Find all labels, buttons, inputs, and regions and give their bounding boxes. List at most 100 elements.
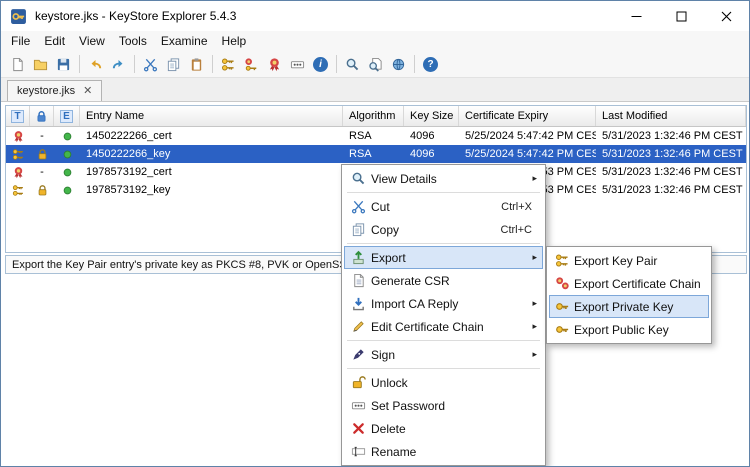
menu-item-cut[interactable]: Cut Ctrl+X xyxy=(344,195,543,218)
minimize-button[interactable] xyxy=(614,1,659,31)
toolbar-import-key-pair-button[interactable] xyxy=(240,53,263,76)
certificate-icon xyxy=(12,166,25,179)
menu-file[interactable]: File xyxy=(4,32,37,50)
help-icon: ? xyxy=(423,57,438,72)
document-icon xyxy=(345,273,371,288)
menu-item-sign[interactable]: Sign ▸ xyxy=(344,343,543,366)
toolbar-open-button[interactable] xyxy=(29,53,52,76)
export-icon xyxy=(345,250,371,265)
submenu-arrow-icon: ▸ xyxy=(532,252,537,263)
menu-item-export-public-key[interactable]: Export Public Key xyxy=(549,318,709,341)
column-header-certificate-expiry[interactable]: Certificate Expiry xyxy=(459,106,596,126)
menu-edit[interactable]: Edit xyxy=(37,32,72,50)
menu-item-export-certificate-chain[interactable]: Export Certificate Chain xyxy=(549,272,709,295)
toolbar-generate-key-pair-button[interactable] xyxy=(217,53,240,76)
menu-examine[interactable]: Examine xyxy=(154,32,215,50)
menu-item-set-password[interactable]: Set Password xyxy=(344,394,543,417)
toolbar-paste-button[interactable] xyxy=(185,53,208,76)
column-header-last-modified[interactable]: Last Modified xyxy=(596,106,746,126)
open-folder-icon xyxy=(33,57,48,72)
toolbar-new-button[interactable] xyxy=(6,53,29,76)
tab-keystore-jks[interactable]: keystore.jks ✕ xyxy=(7,80,102,101)
column-header-algorithm[interactable]: Algorithm xyxy=(343,106,404,126)
menu-separator xyxy=(347,243,540,244)
new-document-icon xyxy=(10,57,25,72)
window-title: keystore.jks - KeyStore Explorer 5.4.3 xyxy=(35,9,236,23)
toolbar-separator xyxy=(79,55,80,73)
certificate-chain-icon xyxy=(550,276,574,291)
toolbar-cut-button[interactable] xyxy=(139,53,162,76)
menu-help[interactable]: Help xyxy=(215,32,254,50)
toolbar-save-button[interactable] xyxy=(52,53,75,76)
key-size-cell: 4096 xyxy=(404,127,459,145)
certificate-icon xyxy=(12,130,25,143)
column-header-key-size[interactable]: Key Size xyxy=(404,106,459,126)
import-key-pair-icon xyxy=(244,57,259,72)
menu-item-import-ca-reply[interactable]: Import CA Reply ▸ xyxy=(344,292,543,315)
window-controls xyxy=(614,1,749,31)
toolbar-redo-button[interactable] xyxy=(107,53,130,76)
menu-bar: File Edit View Tools Examine Help xyxy=(1,31,749,51)
modified-cell: 5/31/2023 1:32:46 PM CEST xyxy=(596,127,746,145)
lock-cell: - xyxy=(30,163,54,181)
toolbar-import-trusted-certificate-button[interactable] xyxy=(263,53,286,76)
toolbar-undo-button[interactable] xyxy=(84,53,107,76)
green-status-icon xyxy=(61,184,74,197)
menu-item-export-private-key[interactable]: Export Private Key xyxy=(549,295,709,318)
locked-icon xyxy=(36,148,49,161)
menu-tools[interactable]: Tools xyxy=(112,32,154,50)
menu-item-export-key-pair[interactable]: Export Key Pair xyxy=(549,249,709,272)
key-pair-icon xyxy=(12,148,25,161)
entry-name-cell: 1978573192_key xyxy=(80,181,343,199)
algorithm-cell: RSA xyxy=(343,145,404,163)
expiry-status-column-header[interactable]: E xyxy=(54,106,80,126)
pencil-icon xyxy=(345,319,371,334)
toolbar-separator xyxy=(134,55,135,73)
submenu-arrow-icon: ▸ xyxy=(532,298,537,309)
toolbar-set-password-button[interactable] xyxy=(286,53,309,76)
key-size-cell: 4096 xyxy=(404,145,459,163)
magnifier-document-icon xyxy=(368,57,383,72)
toolbar-properties-button[interactable]: i xyxy=(309,53,332,76)
menu-item-copy[interactable]: Copy Ctrl+C xyxy=(344,218,543,241)
locked-icon xyxy=(36,184,49,197)
menu-item-edit-certificate-chain[interactable]: Edit Certificate Chain ▸ xyxy=(344,315,543,338)
green-status-icon xyxy=(61,148,74,161)
lock-status-column-header[interactable] xyxy=(30,106,54,126)
green-status-icon xyxy=(61,130,74,143)
key-pair-icon xyxy=(221,57,236,72)
lock-icon xyxy=(35,110,48,123)
maximize-button[interactable] xyxy=(659,1,704,31)
maximize-icon xyxy=(676,11,687,22)
toolbar-examine-ssl-button[interactable] xyxy=(387,53,410,76)
status-text: Export the Key Pair entry's private key … xyxy=(12,259,353,271)
menu-item-export[interactable]: Export ▸ xyxy=(344,246,543,269)
tab-close-icon[interactable]: ✕ xyxy=(83,86,92,97)
table-row-1450222266-key[interactable]: 1450222266_key RSA 4096 5/25/2024 5:47:4… xyxy=(6,145,746,163)
table-row-1450222266-cert[interactable]: - 1450222266_cert RSA 4096 5/25/2024 5:4… xyxy=(6,127,746,145)
menu-item-delete[interactable]: Delete xyxy=(344,417,543,440)
menu-view[interactable]: View xyxy=(72,32,112,50)
submenu-arrow-icon: ▸ xyxy=(532,173,537,184)
key-icon xyxy=(550,322,574,337)
type-column-header[interactable]: T xyxy=(6,106,30,126)
menu-item-view-details[interactable]: View Details ▸ xyxy=(344,167,543,190)
shortcut-label: Ctrl+X xyxy=(501,201,532,213)
keystore-explorer-window: keystore.jks - KeyStore Explorer 5.4.3 F… xyxy=(0,0,750,467)
pen-icon xyxy=(345,347,371,362)
menu-item-unlock[interactable]: Unlock xyxy=(344,371,543,394)
expiry-badge-icon: E xyxy=(60,110,73,123)
close-button[interactable] xyxy=(704,1,749,31)
entry-name-cell: 1450222266_cert xyxy=(80,127,343,145)
column-header-entry-name[interactable]: Entry Name xyxy=(80,106,343,126)
entry-name-cell: 1450222266_key xyxy=(80,145,343,163)
tab-bar: keystore.jks ✕ xyxy=(1,78,749,102)
menu-item-rename[interactable]: Rename xyxy=(344,440,543,463)
toolbar-examine-clipboard-button[interactable] xyxy=(364,53,387,76)
toolbar-help-button[interactable]: ? xyxy=(419,53,442,76)
menu-separator xyxy=(347,340,540,341)
toolbar-examine-file-button[interactable] xyxy=(341,53,364,76)
toolbar-separator xyxy=(414,55,415,73)
toolbar-copy-button[interactable] xyxy=(162,53,185,76)
menu-item-generate-csr[interactable]: Generate CSR xyxy=(344,269,543,292)
